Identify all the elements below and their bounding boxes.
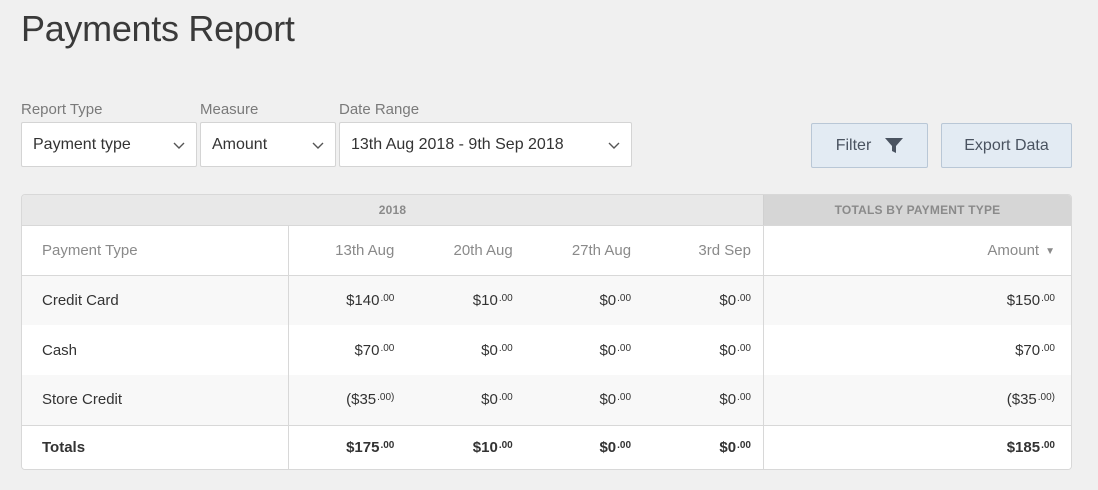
amount-cell: ($35.00) [288,375,407,425]
filter-button[interactable]: Filter [811,123,928,168]
amount-cell: $0.00 [719,341,751,359]
column-header-payment-type: Payment Type [22,225,289,276]
amount-header-label: Amount [987,241,1040,259]
page-title: Payments Report [21,8,295,49]
measure-label: Measure [200,101,259,118]
table-row: Cash $70.00 $0.00 $0.00 $0.00 $70.00 [22,325,1071,375]
column-header-week: 3rd Sep [643,225,764,276]
sort-desc-icon: ▼ [1045,245,1055,257]
total-amount-cell: $70.00 [762,325,1071,375]
totals-row: Totals $175.00 $10.00 $0.00 $0.00 $185.0… [22,424,1071,469]
report-type-label: Report Type [21,101,103,118]
report-type-value: Payment type [33,135,131,153]
date-range-select[interactable]: 13th Aug 2018 - 9th Sep 2018 [339,122,632,167]
export-data-button[interactable]: Export Data [941,123,1072,168]
chevron-down-icon [173,142,185,149]
payment-type-cell: Cash [22,325,289,375]
report-type-select[interactable]: Payment type [21,122,197,167]
total-week-cell: $0.00 [524,424,644,469]
amount-cell: $10.00 [406,275,525,325]
column-group-row: 2018 TOTALS BY PAYMENT TYPE [22,195,1071,226]
payment-type-cell: Credit Card [22,275,289,325]
totals-group-header: TOTALS BY PAYMENT TYPE [762,195,1071,226]
amount-cell: $0.00 [406,375,525,425]
payments-table: 2018 TOTALS BY PAYMENT TYPE Payment Type… [21,194,1072,470]
total-amount-cell: ($35.00) [762,375,1071,425]
chevron-down-icon [312,142,324,149]
measure-field: Measure Amount [200,101,336,167]
date-range-label: Date Range [339,101,420,118]
table-row: Store Credit ($35.00) $0.00 $0.00 $0.00 … [22,375,1071,425]
table-row: Credit Card $140.00 $10.00 $0.00 $0.00 $… [22,275,1071,325]
total-week-cell: $175.00 [288,424,407,469]
grand-total-cell: $185.00 [762,424,1071,469]
filter-button-label: Filter [835,136,872,154]
date-range-value: 13th Aug 2018 - 9th Sep 2018 [351,135,564,153]
year-group-header: 2018 [22,195,764,226]
measure-select[interactable]: Amount [200,122,336,167]
chevron-down-icon [608,142,620,149]
amount-cell: $70.00 [354,341,395,359]
amount-cell: $0.00 [524,375,644,425]
amount-cell: $0.00 [599,341,632,359]
amount-cell: $0.00 [524,275,644,325]
funnel-icon [885,137,904,153]
amount-cell: $0.00 [643,375,764,425]
payment-type-cell: Store Credit [22,375,289,425]
total-amount-cell: $150.00 [762,275,1071,325]
amount-cell: $0.00 [643,275,764,325]
column-header-week: 20th Aug [406,225,525,276]
amount-cell: $140.00 [288,275,407,325]
totals-label-cell: Totals [22,424,289,469]
report-type-field: Report Type Payment type [21,101,197,167]
measure-value: Amount [212,135,268,153]
amount-cell: $0.00 [481,341,513,359]
column-header-row: Payment Type 13th Aug 20th Aug 27th Aug … [22,225,1071,276]
export-data-label: Export Data [964,136,1049,154]
column-header-amount[interactable]: Amount ▼ [762,225,1071,276]
date-range-field: Date Range 13th Aug 2018 - 9th Sep 2018 [339,101,632,167]
column-header-week: 13th Aug [288,225,407,276]
total-week-cell: $10.00 [406,424,525,469]
total-week-cell: $0.00 [643,424,764,469]
column-header-week: 27th Aug [524,225,644,276]
